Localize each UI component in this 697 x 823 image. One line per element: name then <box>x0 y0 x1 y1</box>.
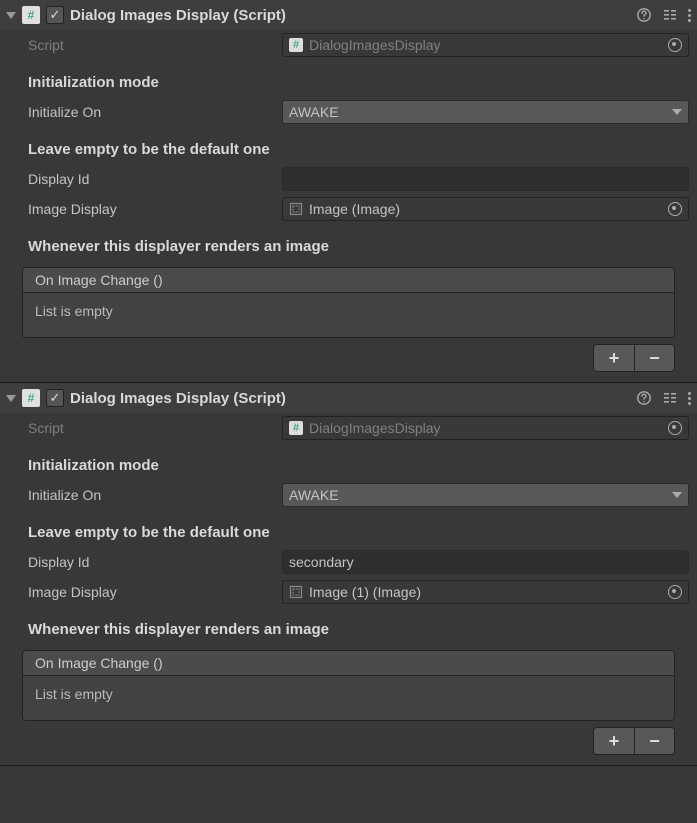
foldout-icon[interactable] <box>6 395 16 402</box>
inspector-component: # ✓ Dialog Images Display (Script) Scrip… <box>0 383 697 766</box>
event-section-header: Whenever this displayer renders an image <box>0 224 697 261</box>
unity-event-block: On Image Change () List is empty <box>22 650 675 721</box>
script-value: DialogImagesDisplay <box>309 37 662 53</box>
script-label: Script <box>28 37 282 53</box>
script-label: Script <box>28 420 282 436</box>
image-display-label: Image Display <box>28 584 282 600</box>
display-id-label: Display Id <box>28 171 282 187</box>
initialize-on-row: Initialize On AWAKE <box>0 480 697 510</box>
event-name: On Image Change () <box>23 651 674 676</box>
recttransform-icon <box>289 585 303 599</box>
remove-event-button[interactable]: − <box>634 345 674 371</box>
init-section-header: Initialization mode <box>0 60 697 97</box>
initialize-on-value: AWAKE <box>289 104 666 120</box>
preset-icon[interactable] <box>662 7 678 23</box>
script-object-field[interactable]: # DialogImagesDisplay <box>282 33 689 57</box>
display-id-row: Display Id <box>0 164 697 194</box>
component-title: Dialog Images Display (Script) <box>70 7 630 24</box>
event-list-empty: List is empty <box>23 293 674 337</box>
initialize-on-dropdown[interactable]: AWAKE <box>282 100 689 124</box>
script-object-field[interactable]: # DialogImagesDisplay <box>282 416 689 440</box>
foldout-icon[interactable] <box>6 12 16 19</box>
event-list-buttons: + − <box>593 344 675 372</box>
display-section-header: Leave empty to be the default one <box>0 127 697 164</box>
display-section-header: Leave empty to be the default one <box>0 510 697 547</box>
script-type-icon: # <box>22 389 40 407</box>
event-name: On Image Change () <box>23 268 674 293</box>
component-header[interactable]: # ✓ Dialog Images Display (Script) <box>0 383 697 413</box>
image-display-value: Image (1) (Image) <box>309 584 662 600</box>
help-icon[interactable] <box>636 7 652 23</box>
inspector-component: # ✓ Dialog Images Display (Script) Scrip… <box>0 0 697 383</box>
initialize-on-value: AWAKE <box>289 487 666 503</box>
add-event-button[interactable]: + <box>594 345 634 371</box>
help-icon[interactable] <box>636 390 652 406</box>
display-id-label: Display Id <box>28 554 282 570</box>
script-value: DialogImagesDisplay <box>309 420 662 436</box>
display-id-input[interactable]: secondary <box>282 550 689 574</box>
init-section-header: Initialization mode <box>0 443 697 480</box>
script-type-icon: # <box>22 6 40 24</box>
event-list-buttons: + − <box>593 727 675 755</box>
initialize-on-row: Initialize On AWAKE <box>0 97 697 127</box>
initialize-on-label: Initialize On <box>28 104 282 120</box>
kebab-menu-icon[interactable] <box>688 392 691 405</box>
enable-checkbox[interactable]: ✓ <box>46 389 64 407</box>
initialize-on-label: Initialize On <box>28 487 282 503</box>
csharp-asset-icon: # <box>289 421 303 435</box>
component-title: Dialog Images Display (Script) <box>70 390 630 407</box>
remove-event-button[interactable]: − <box>634 728 674 754</box>
event-list-empty: List is empty <box>23 676 674 720</box>
image-display-label: Image Display <box>28 201 282 217</box>
script-row: Script # DialogImagesDisplay <box>0 413 697 443</box>
initialize-on-dropdown[interactable]: AWAKE <box>282 483 689 507</box>
display-id-input[interactable] <box>282 167 689 191</box>
event-section-header: Whenever this displayer renders an image <box>0 607 697 644</box>
object-picker-icon[interactable] <box>668 202 682 216</box>
image-display-value: Image (Image) <box>309 201 662 217</box>
object-picker-icon[interactable] <box>668 421 682 435</box>
script-row: Script # DialogImagesDisplay <box>0 30 697 60</box>
recttransform-icon <box>289 202 303 216</box>
display-id-row: Display Id secondary <box>0 547 697 577</box>
object-picker-icon[interactable] <box>668 585 682 599</box>
display-id-value: secondary <box>289 554 682 570</box>
enable-checkbox[interactable]: ✓ <box>46 6 64 24</box>
unity-event-block: On Image Change () List is empty <box>22 267 675 338</box>
preset-icon[interactable] <box>662 390 678 406</box>
image-display-row: Image Display Image (1) (Image) <box>0 577 697 607</box>
kebab-menu-icon[interactable] <box>688 9 691 22</box>
image-display-row: Image Display Image (Image) <box>0 194 697 224</box>
add-event-button[interactable]: + <box>594 728 634 754</box>
csharp-asset-icon: # <box>289 38 303 52</box>
image-display-object-field[interactable]: Image (1) (Image) <box>282 580 689 604</box>
object-picker-icon[interactable] <box>668 38 682 52</box>
image-display-object-field[interactable]: Image (Image) <box>282 197 689 221</box>
component-header[interactable]: # ✓ Dialog Images Display (Script) <box>0 0 697 30</box>
